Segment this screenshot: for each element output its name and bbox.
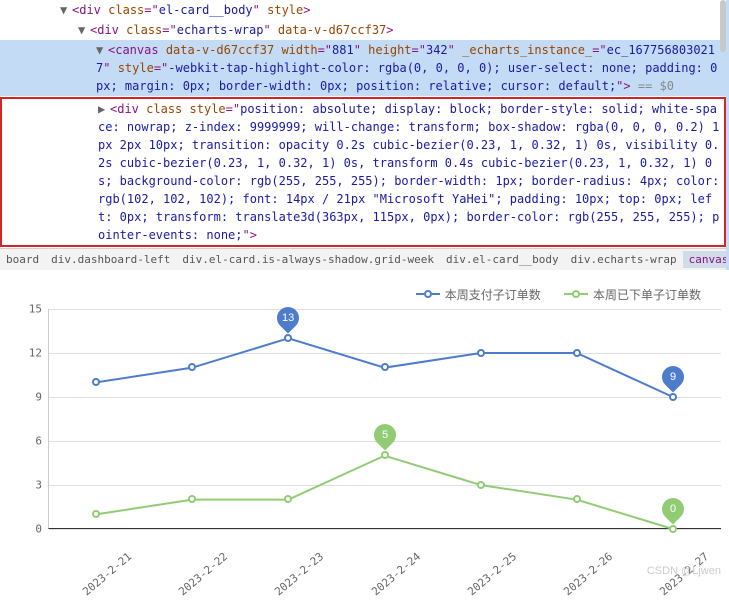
data-marker[interactable]: 0 [662, 498, 684, 526]
chart-legend: 本周支付子订单数 本周已下单子订单数 [8, 284, 729, 303]
expand-arrow[interactable]: ▼ [96, 41, 108, 59]
expand-arrow[interactable]: ▼ [78, 21, 90, 39]
devtools-elements-panel[interactable]: ▼<div class="el-card__body" style> ▼<div… [0, 0, 729, 270]
legend-label: 本周支付子订单数 [445, 286, 541, 303]
dom-node-card-body[interactable]: ▼<div class="el-card__body" style> [0, 0, 726, 20]
data-marker[interactable]: 13 [277, 307, 299, 335]
data-point[interactable] [573, 495, 581, 503]
data-point[interactable] [381, 363, 389, 371]
legend-series-2[interactable]: 本周已下单子订单数 [564, 286, 701, 303]
y-tick-label: 3 [18, 478, 42, 491]
data-point[interactable] [284, 334, 292, 342]
data-marker[interactable]: 9 [662, 366, 684, 394]
x-tick-label: 2023-2-21 [80, 550, 134, 598]
gridline [49, 529, 721, 530]
y-tick-label: 6 [18, 434, 42, 447]
breadcrumb-item[interactable]: board [0, 251, 45, 268]
y-tick-label: 12 [18, 346, 42, 359]
x-tick-label: 2023-2-23 [272, 550, 326, 598]
chart-plot-area[interactable]: 036912152023-2-212023-2-222023-2-232023-… [48, 309, 721, 529]
expand-arrow[interactable]: ▼ [60, 1, 72, 19]
y-tick-label: 0 [18, 522, 42, 535]
legend-marker-icon [416, 290, 440, 298]
scrollbar-thumb[interactable] [720, 0, 726, 52]
chart-lines [48, 309, 721, 529]
breadcrumb: board div.dashboard-left div.el-card.is-… [0, 248, 726, 270]
data-point[interactable] [92, 510, 100, 518]
data-point[interactable] [669, 393, 677, 401]
breadcrumb-item-active[interactable]: canvas [683, 251, 726, 268]
x-tick-label: 2023-2-26 [561, 550, 615, 598]
data-marker[interactable]: 5 [374, 424, 396, 452]
data-point[interactable] [573, 349, 581, 357]
y-tick-label: 15 [18, 302, 42, 315]
chart-container: 本周支付子订单数 本周已下单子订单数 036912152023-2-212023… [0, 270, 729, 579]
y-tick-label: 9 [18, 390, 42, 403]
x-tick-label: 2023-2-24 [369, 550, 423, 598]
dom-node-echarts-wrap[interactable]: ▼<div class="echarts-wrap" data-v-d67ccf… [0, 20, 726, 40]
breadcrumb-item[interactable]: div.dashboard-left [45, 251, 176, 268]
collapsed-arrow[interactable]: ▶ [98, 100, 110, 118]
data-point[interactable] [92, 378, 100, 386]
data-point[interactable] [669, 525, 677, 533]
data-point[interactable] [381, 451, 389, 459]
data-point[interactable] [284, 495, 292, 503]
data-point[interactable] [477, 349, 485, 357]
breadcrumb-item[interactable]: div.el-card__body [440, 251, 565, 268]
data-point[interactable] [188, 495, 196, 503]
legend-marker-icon [564, 290, 588, 298]
breadcrumb-item[interactable]: div.el-card.is-always-shadow.grid-week [176, 251, 440, 268]
dom-node-tooltip-div[interactable]: ▶<div class style="position: absolute; d… [0, 97, 726, 247]
legend-series-1[interactable]: 本周支付子订单数 [416, 286, 541, 303]
x-tick-label: 2023-2-22 [176, 550, 230, 598]
breadcrumb-item[interactable]: div.echarts-wrap [565, 251, 683, 268]
dom-node-canvas[interactable]: ▼<canvas data-v-d67ccf37 width="881" hei… [0, 40, 726, 96]
data-point[interactable] [188, 363, 196, 371]
legend-label: 本周已下单子订单数 [593, 286, 701, 303]
data-point[interactable] [477, 481, 485, 489]
watermark: CSDN @Ljwen [647, 565, 721, 577]
x-tick-label: 2023-2-25 [465, 550, 519, 598]
